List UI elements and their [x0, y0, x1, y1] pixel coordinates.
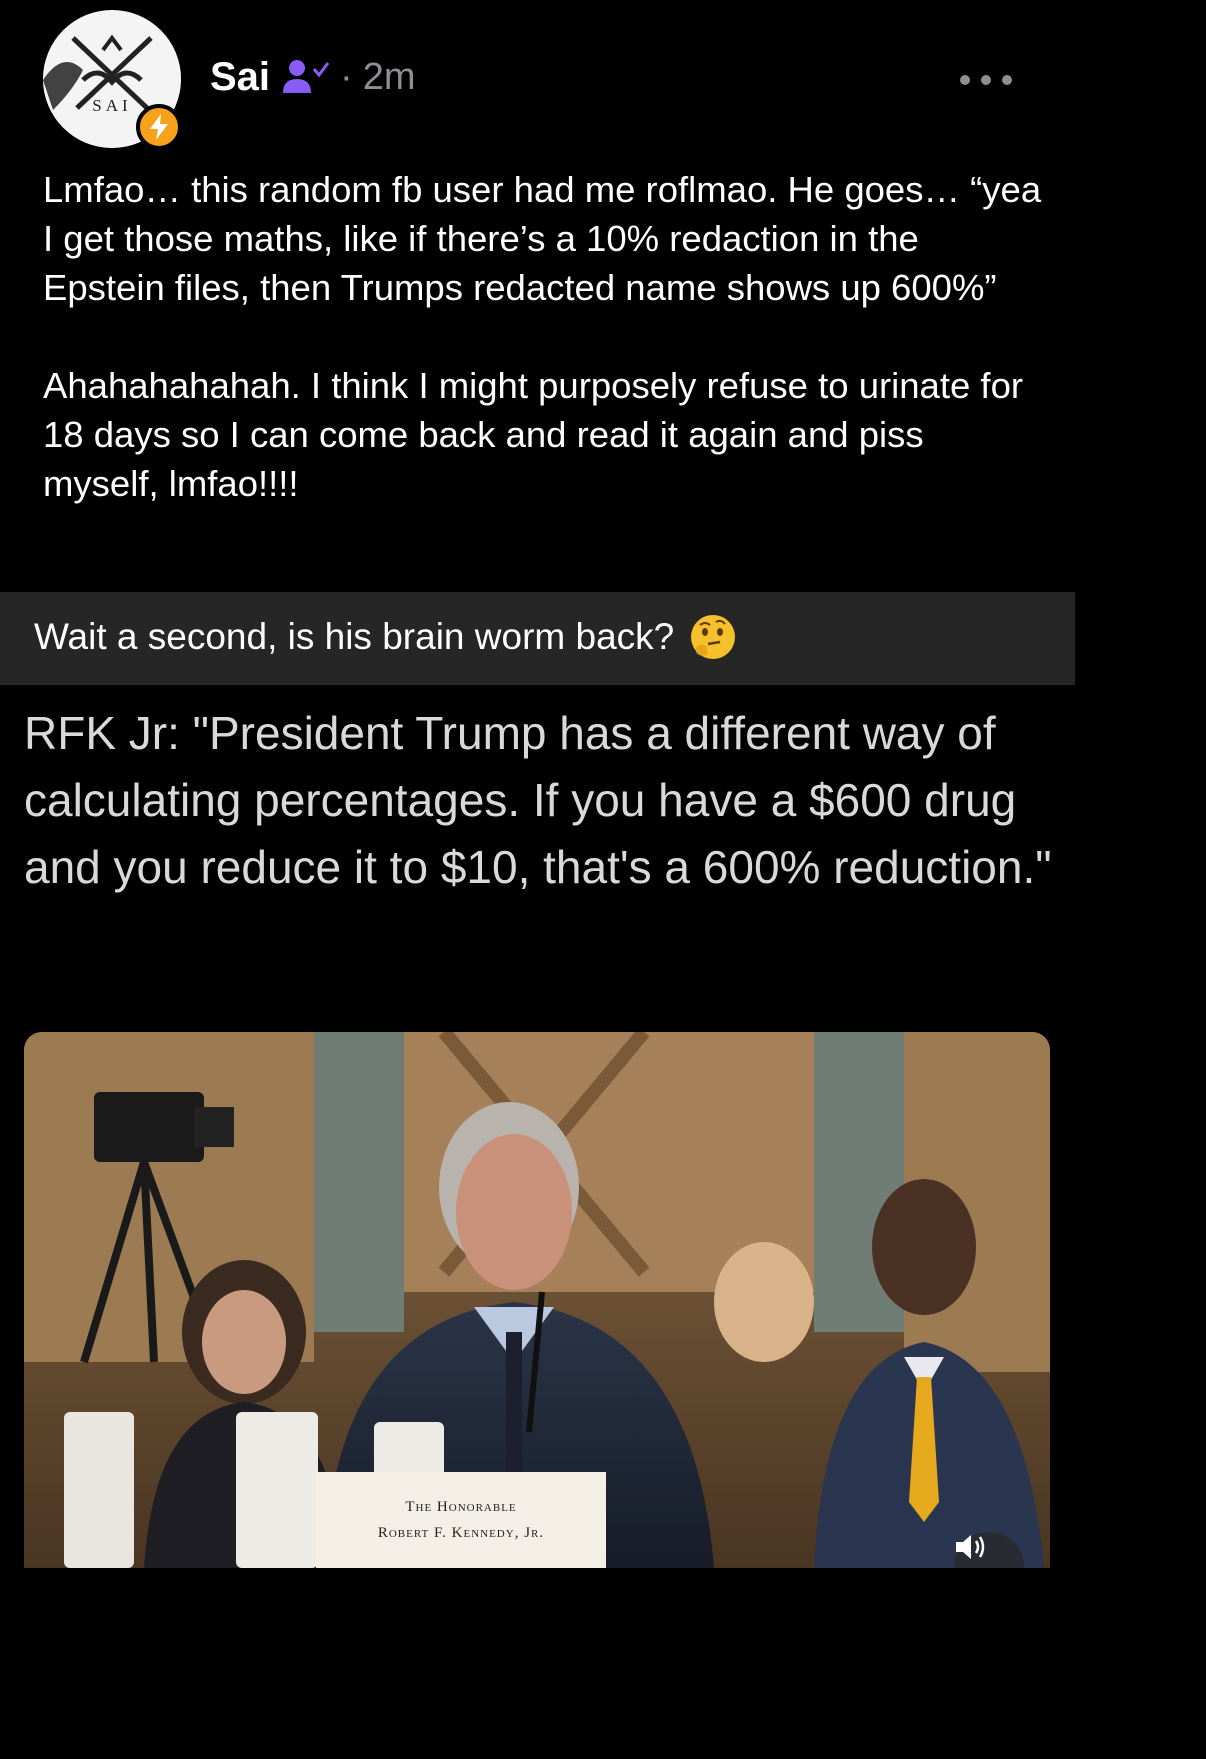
lightning-bolt-icon — [136, 104, 182, 150]
post-separator: · — [340, 55, 353, 98]
embed-caption: Wait a second, is his brain worm back? — [34, 616, 675, 657]
hearing-photo[interactable]: The Honorable Robert F. Kennedy, Jr. — [24, 1032, 1050, 1568]
post-header: SAI Sai · 2m — [0, 0, 1075, 160]
nameplate: The Honorable Robert F. Kennedy, Jr. — [316, 1472, 606, 1568]
person-check-icon — [283, 60, 330, 93]
author-name[interactable]: Sai — [210, 55, 270, 100]
more-dots-icon[interactable] — [960, 62, 1012, 98]
post-timestamp: 2m — [362, 55, 416, 98]
nameplate-line-1: The Honorable — [405, 1499, 517, 1515]
nameplate-line-2: Robert F. Kennedy, Jr. — [377, 1525, 545, 1541]
author-row: Sai · 2m — [210, 52, 416, 102]
post-body: Lmfao… this random fb user had me roflma… — [43, 169, 1042, 504]
avatar-label: SAI — [92, 96, 132, 115]
embed-caption-bar: Wait a second, is his brain worm back? — [0, 592, 1075, 685]
quote-text: RFK Jr: "President Trump has a different… — [24, 707, 1052, 893]
thinking-face-icon — [691, 615, 736, 659]
